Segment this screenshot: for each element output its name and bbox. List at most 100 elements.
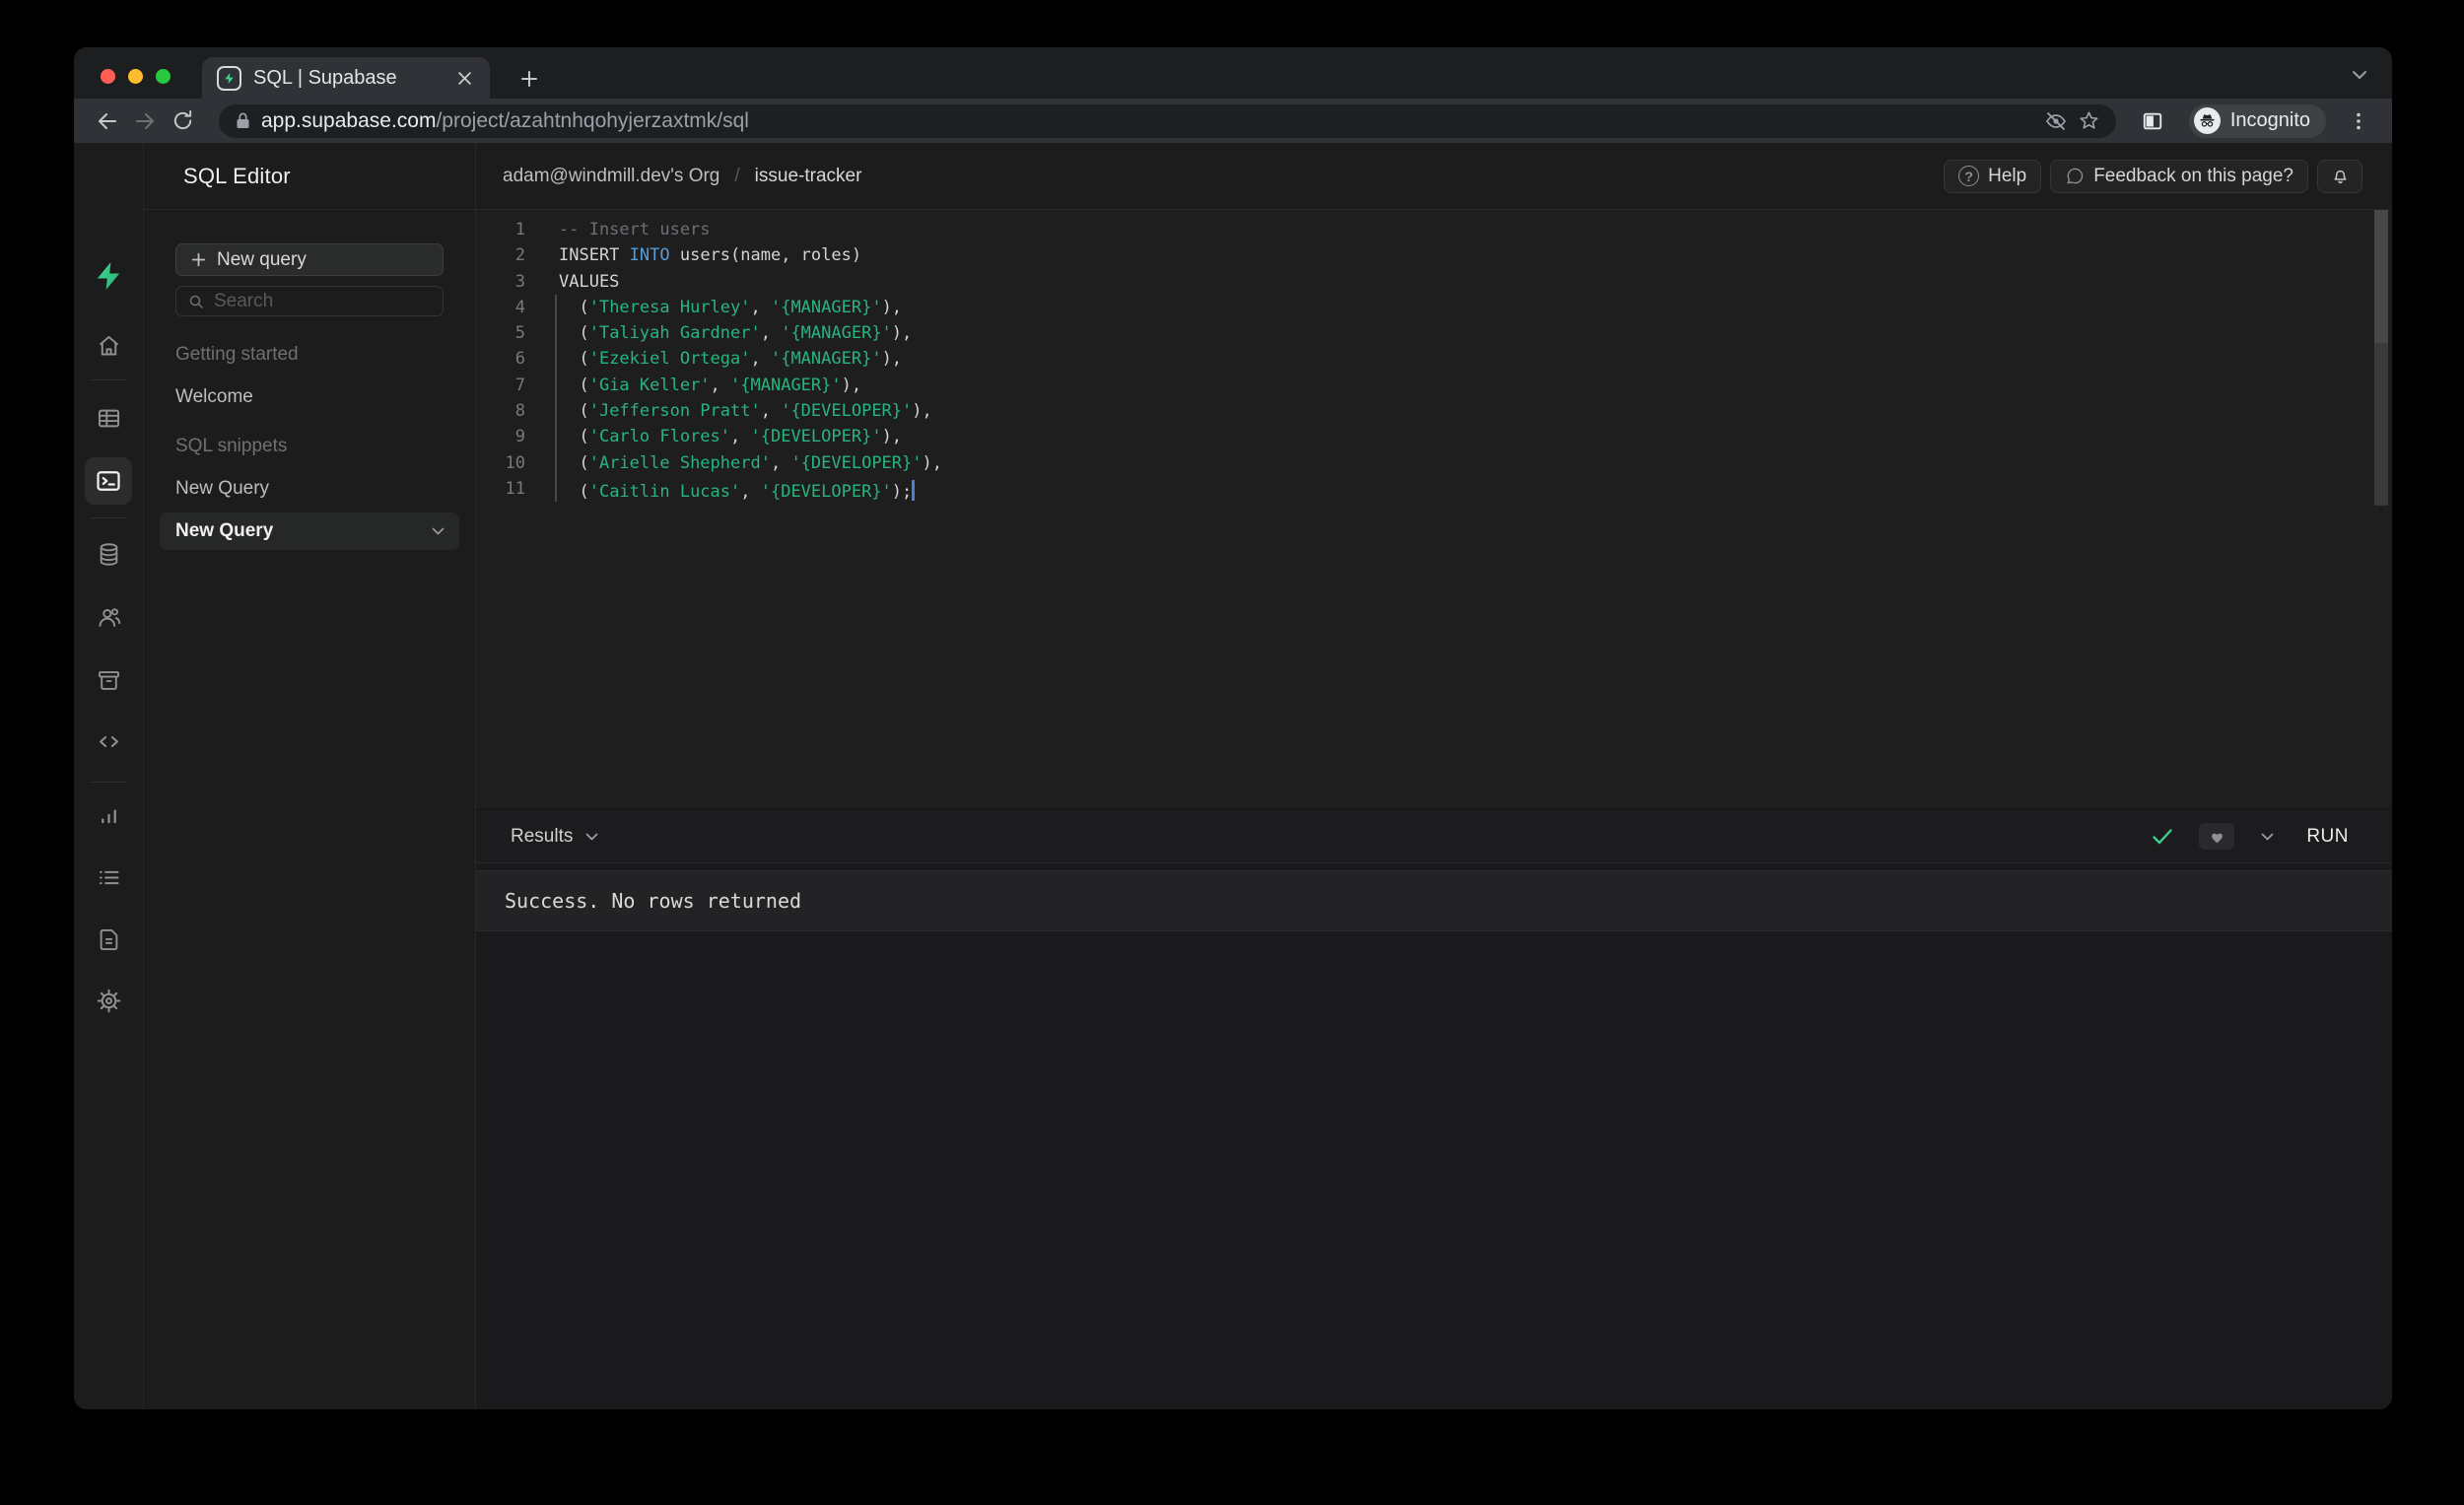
incognito-badge: Incognito (2188, 103, 2326, 138)
code-content[interactable]: -- Insert users INSERT INTO users(name, r… (559, 210, 2392, 808)
table-editor-icon[interactable] (89, 398, 128, 438)
line-number: 6 (514, 349, 525, 370)
chat-bubble-icon (2067, 168, 2084, 183)
sidebar-item-new-query[interactable]: New Query (175, 478, 444, 500)
search-icon (189, 295, 203, 308)
line-number: 8 (514, 401, 525, 422)
auth-users-icon[interactable] (89, 597, 128, 637)
run-button[interactable]: RUN (2300, 822, 2355, 852)
sql-editor-sidebar: SQL Editor New query Getting started Welc… (144, 143, 476, 1409)
breadcrumb-project[interactable]: issue-tracker (755, 166, 862, 187)
reload-icon[interactable] (164, 103, 201, 140)
minimize-window-button[interactable] (128, 69, 143, 84)
code-line-1[interactable]: -- Insert users (559, 217, 2392, 242)
section-label-getting-started: Getting started (175, 344, 299, 365)
search-input[interactable] (214, 290, 391, 312)
password-eye-off-icon[interactable] (2044, 109, 2068, 133)
line-number: 2 (514, 245, 525, 266)
editor-scrollbar[interactable] (2374, 210, 2388, 506)
sidebar-item-label: New Query (175, 478, 270, 499)
side-panel-icon[interactable] (2134, 103, 2171, 140)
success-check-icon (2153, 828, 2173, 844)
traffic-lights (101, 69, 171, 84)
incognito-icon (2193, 107, 2221, 134)
main-panel: adam@windmill.dev's Org / issue-tracker … (476, 143, 2392, 1409)
code-line-9[interactable]: ('Carlo Flores', '{DEVELOPER}'), (559, 424, 2392, 449)
settings-gear-icon[interactable] (89, 981, 128, 1020)
breadcrumb-separator: / (734, 165, 740, 186)
new-tab-button[interactable] (514, 64, 544, 94)
zoom-window-button[interactable] (156, 69, 171, 84)
sql-code-editor[interactable]: 1 2 3 4 5 6 7 8 9 10 11 -- Insert users INSERT INTO… (476, 210, 2392, 808)
url-text: app.supabase.com/project/azahtnhqohyjerz… (261, 108, 749, 132)
database-icon[interactable] (89, 534, 128, 574)
text-cursor (912, 479, 915, 501)
browser-menu-icon[interactable] (2340, 103, 2377, 140)
home-icon[interactable] (89, 325, 128, 365)
url-bar[interactable]: app.supabase.com/project/azahtnhqohyjerz… (219, 103, 2116, 138)
results-panel: Success. No rows returned (476, 863, 2392, 1409)
bookmark-star-icon[interactable] (2078, 109, 2100, 132)
sidebar-item-new-query-selected[interactable]: New Query (160, 513, 459, 550)
supabase-favicon-icon (217, 65, 241, 91)
code-line-3[interactable]: VALUES (559, 269, 2392, 295)
query-status-message: Success. No rows returned (476, 870, 2392, 931)
indent-guide (555, 295, 557, 502)
line-number: 5 (514, 323, 525, 344)
line-number: 4 (514, 297, 525, 317)
tab-close-icon[interactable] (450, 64, 478, 92)
plus-icon (191, 252, 206, 267)
line-number: 11 (505, 478, 525, 499)
page-title: SQL Editor (183, 163, 291, 188)
breadcrumb: adam@windmill.dev's Org / issue-tracker (503, 166, 861, 187)
help-icon: ? (1958, 166, 1980, 186)
code-line-2[interactable]: INSERT INTO users(name, roles) (559, 242, 2392, 268)
incognito-label: Incognito (2229, 109, 2310, 131)
breadcrumb-org[interactable]: adam@windmill.dev's Org (503, 166, 719, 187)
favorite-heart-button[interactable] (2199, 823, 2235, 850)
sidebar-item-label: Welcome (175, 386, 253, 407)
code-line-8[interactable]: ('Jefferson Pratt', '{DEVELOPER}'), (559, 398, 2392, 424)
sidebar-item-label: New Query (175, 520, 274, 541)
browser-toolbar: app.supabase.com/project/azahtnhqohyjerz… (74, 99, 2392, 143)
api-docs-icon[interactable] (89, 920, 128, 959)
logs-icon[interactable] (89, 857, 128, 897)
sql-editor-icon[interactable] (85, 457, 132, 505)
notifications-button[interactable] (2317, 159, 2362, 193)
results-toolbar: Results RUN (476, 808, 2392, 863)
code-line-5[interactable]: ('Taliyah Gardner', '{MANAGER}'), (559, 320, 2392, 346)
back-icon[interactable] (89, 103, 126, 140)
storage-icon[interactable] (89, 660, 128, 700)
code-line-11[interactable]: ('Caitlin Lucas', '{DEVELOPER}'); (559, 476, 2392, 502)
code-line-10[interactable]: ('Arielle Shepherd', '{DEVELOPER}'), (559, 450, 2392, 476)
tab-sql-supabase[interactable]: SQL | Supabase (202, 57, 490, 99)
main-header: adam@windmill.dev's Org / issue-tracker … (476, 143, 2392, 210)
sidebar-item-welcome[interactable]: Welcome (175, 386, 444, 408)
help-button[interactable]: ? Help (1944, 159, 2042, 193)
run-options-chevron-icon[interactable] (2260, 832, 2275, 842)
reports-icon[interactable] (89, 796, 128, 836)
section-label-sql-snippets: SQL snippets (175, 436, 288, 456)
line-number: 9 (514, 427, 525, 447)
forward-icon[interactable] (126, 103, 164, 140)
code-line-7[interactable]: ('Gia Keller', '{MANAGER}'), (559, 373, 2392, 398)
nav-rail (74, 143, 144, 1409)
new-query-button[interactable]: New query (175, 243, 444, 276)
code-line-4[interactable]: ('Theresa Hurley', '{MANAGER}'), (559, 295, 2392, 320)
line-number: 3 (514, 271, 525, 292)
feedback-button[interactable]: Feedback on this page? (2050, 159, 2308, 193)
lock-icon (237, 112, 249, 128)
browser-window: SQL | Supabase app.supabase.com/project/… (74, 47, 2392, 1409)
results-dropdown[interactable]: Results (511, 826, 573, 848)
tab-overflow-chevron-icon[interactable] (2351, 69, 2368, 81)
bell-icon (2334, 170, 2346, 184)
tab-title: SQL | Supabase (253, 66, 397, 89)
results-chevron-icon[interactable] (584, 832, 599, 842)
supabase-logo-icon[interactable] (89, 256, 128, 296)
close-window-button[interactable] (101, 69, 115, 84)
chevron-down-icon (432, 527, 445, 535)
code-line-6[interactable]: ('Ezekiel Ortega', '{MANAGER}'), (559, 346, 2392, 372)
line-number: 7 (514, 375, 525, 395)
edge-functions-icon[interactable] (89, 721, 128, 761)
search-box[interactable] (175, 286, 444, 316)
